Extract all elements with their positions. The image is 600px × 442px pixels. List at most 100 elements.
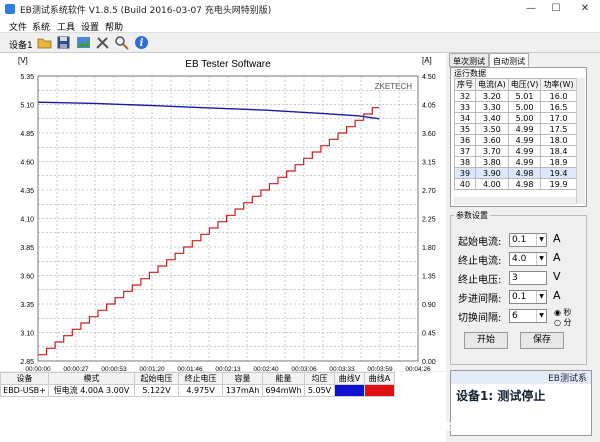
curve-v-swatch[interactable]	[334, 384, 365, 397]
results-col-header: 容量	[222, 372, 263, 385]
x-tick-label: 00:02:13	[215, 366, 241, 371]
switch-interval-value: 6	[512, 311, 518, 321]
results-col-header: 曲线V	[334, 372, 365, 385]
run-cell: 17.5	[540, 123, 577, 135]
x-tick-label: 00:03:59	[367, 366, 393, 371]
toolbar: 设备1 i	[0, 33, 600, 53]
close-button[interactable]: ✕	[574, 0, 596, 18]
info-icon[interactable]: i	[134, 35, 149, 50]
y-right-tick-label: 2.25	[422, 217, 436, 224]
y-left-tick-label: 3.10	[20, 331, 34, 338]
maximize-button[interactable]: ☐	[545, 0, 567, 18]
tab-auto-test[interactable]: 自动测试	[489, 53, 529, 67]
y-right-tick-label: 0.45	[422, 331, 436, 338]
menu-settings[interactable]: 设置	[81, 20, 99, 33]
run-col-header: 功率(W)	[540, 78, 577, 91]
results-col-header: 均压	[304, 372, 335, 385]
run-cell: 4.98	[507, 167, 542, 179]
x-tick-label: 00:04:26	[405, 366, 431, 371]
start-current-select[interactable]: 0.1 ▼	[509, 233, 547, 247]
run-cell: 4.99	[507, 134, 542, 146]
switch-interval-label: 切换间隔:	[458, 313, 502, 324]
run-cell: 3.60	[475, 134, 509, 146]
chevron-down-icon: ▼	[536, 310, 546, 322]
chart-image-icon[interactable]	[76, 35, 91, 50]
y-left-tick-label: 5.35	[20, 74, 34, 81]
stop-current-select[interactable]: 4.0 ▼	[509, 252, 547, 266]
x-tick-label: 00:03:06	[291, 366, 317, 371]
y-left-tick-label: 3.35	[20, 302, 34, 309]
run-cell: 18.0	[540, 134, 577, 146]
run-cell: 38	[454, 156, 476, 168]
curve-a-swatch[interactable]	[364, 384, 395, 397]
stop-voltage-input[interactable]: 3	[509, 271, 547, 285]
run-cell: 4.00	[475, 178, 509, 190]
tools-icon[interactable]	[95, 35, 110, 50]
table-row[interactable]: 34 3.40 5.00 17.0	[454, 112, 577, 124]
results-cell: EBD-USB+	[0, 384, 49, 397]
app-icon	[5, 4, 15, 14]
x-tick-label: 00:03:33	[329, 366, 355, 371]
table-row[interactable]: 38 3.80 4.99 18.9	[454, 156, 577, 168]
table-row[interactable]: 33 3.30 5.00 16.5	[454, 101, 577, 113]
tab-single-test[interactable]: 单次测试	[449, 53, 489, 67]
y-right-tick-label: 4.05	[422, 103, 436, 110]
chevron-down-icon: ▼	[536, 291, 546, 303]
results-panel: 设备 模式 起始电压 终止电压 容量 能量 均压 曲线V 曲线A EBD-USB+ 恒电流 4.0…	[0, 372, 446, 442]
results-cell: 恒电流 4.00A 3.00V	[48, 384, 135, 397]
menu-help[interactable]: 帮助	[105, 20, 123, 33]
menu-file[interactable]: 文件	[9, 20, 27, 33]
table-row[interactable]: 37 3.70 4.99 18.4	[454, 145, 577, 157]
run-data-table: 序号 电流(A) 电压(V) 功率(W) 32 3.20 5.01 16.0 33 3.30 5.…	[454, 78, 577, 190]
watermark: 值 什么值得买	[395, 423, 453, 433]
results-cell: 694mWh	[262, 384, 305, 397]
table-row[interactable]: 32 3.20 5.01 16.0	[454, 90, 577, 102]
run-table-hscroll[interactable]	[454, 197, 576, 205]
radio-seconds-label: 秒	[563, 308, 572, 317]
table-row[interactable]: 39 3.90 4.98 19.4	[454, 167, 577, 179]
step-interval-unit: A	[553, 289, 561, 302]
run-cell: 18.9	[540, 156, 577, 168]
run-cell: 35	[454, 123, 476, 135]
y-left-tick-label: 4.60	[20, 160, 34, 167]
run-cell: 5.00	[507, 101, 542, 113]
menu-tools[interactable]: 工具	[57, 20, 75, 33]
x-tick-label: 00:00:00	[25, 366, 51, 371]
zoom-icon[interactable]	[114, 35, 129, 50]
run-cell: 3.50	[475, 123, 509, 135]
radio-minutes[interactable]: ○ 分	[554, 317, 572, 328]
run-cell: 4.99	[507, 156, 542, 168]
y-right-tick-label: 0.00	[422, 359, 436, 366]
run-table-vscroll[interactable]	[576, 78, 585, 204]
run-cell: 3.40	[475, 112, 509, 124]
results-col-header: 模式	[48, 372, 135, 385]
start-current-label: 起始电流:	[458, 237, 502, 248]
y-left-tick-label: 4.35	[20, 188, 34, 195]
svg-text:i: i	[140, 38, 144, 49]
switch-interval-select[interactable]: 6 ▼	[509, 309, 547, 323]
minimize-button[interactable]: —	[520, 0, 542, 18]
y-left-tick-label: 4.10	[20, 217, 34, 224]
chevron-down-icon: ▼	[536, 234, 546, 246]
table-row[interactable]: 36 3.60 4.99 18.0	[454, 134, 577, 146]
y-left-unit: [V]	[18, 56, 28, 65]
run-cell: 17.0	[540, 112, 577, 124]
save-button[interactable]: 保存	[520, 332, 564, 349]
table-row[interactable]: 40 4.00 4.98 19.9	[454, 178, 577, 190]
step-interval-select[interactable]: 0.1 ▼	[509, 290, 547, 304]
start-button[interactable]: 开始	[464, 332, 508, 349]
y-right-tick-label: 0.90	[422, 302, 436, 309]
menu-system[interactable]: 系统	[32, 20, 50, 33]
table-row[interactable]: EBD-USB+ 恒电流 4.00A 3.00V 5.122V 4.975V 137mA…	[0, 384, 395, 397]
y-left-tick-label: 4.85	[20, 131, 34, 138]
step-interval-label: 步进间隔:	[458, 294, 502, 305]
y-left-tick-label: 2.85	[20, 359, 34, 366]
run-cell: 19.4	[540, 167, 577, 179]
run-cell: 33	[454, 101, 476, 113]
table-row[interactable]: 35 3.50 4.99 17.5	[454, 123, 577, 135]
run-cell: 37	[454, 145, 476, 157]
brand-label: ZKETECH	[375, 82, 413, 91]
save-disk-icon[interactable]	[56, 35, 71, 50]
open-folder-icon[interactable]	[37, 35, 52, 50]
run-cell: 3.80	[475, 156, 509, 168]
